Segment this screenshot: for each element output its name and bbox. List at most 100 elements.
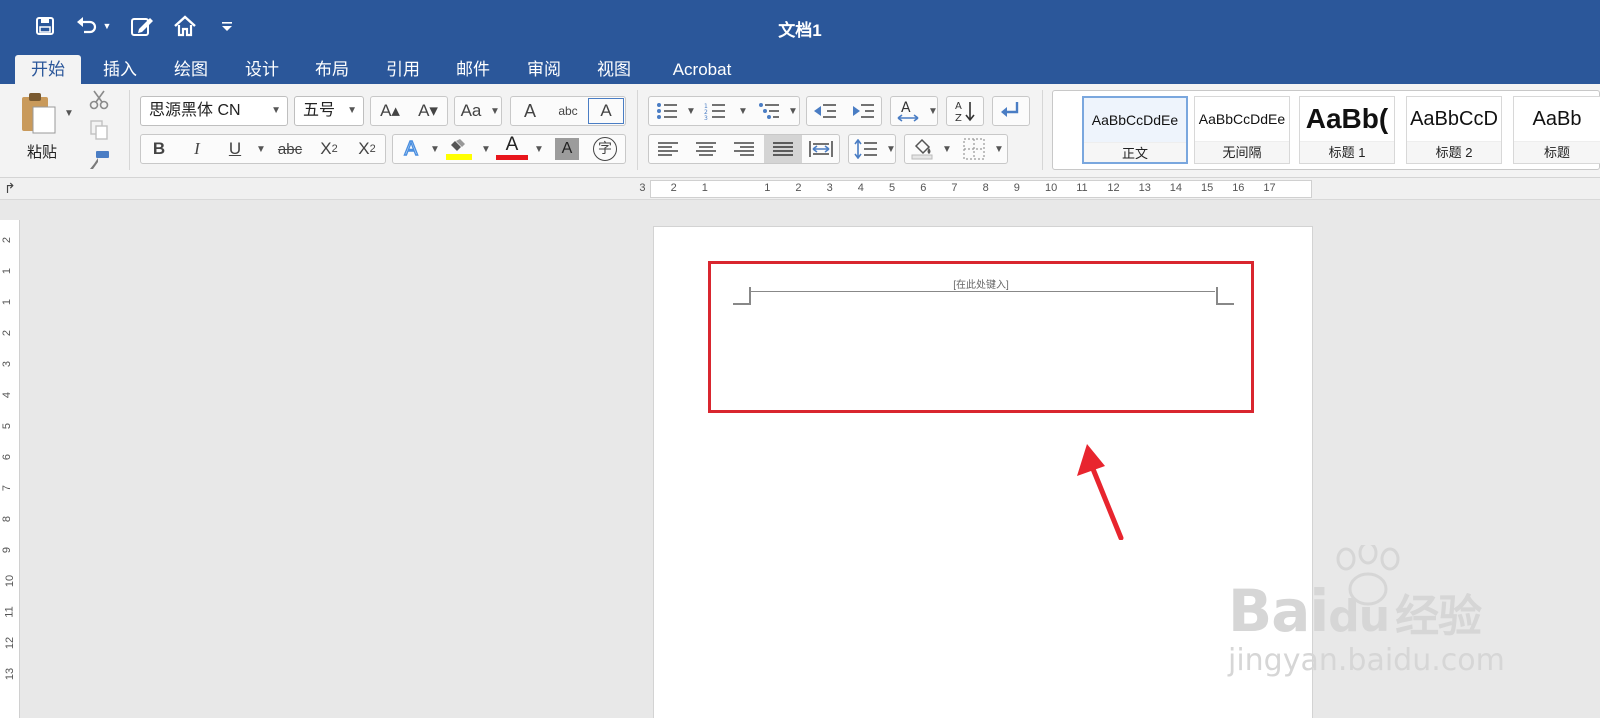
tab-references[interactable]: 引用 bbox=[377, 55, 429, 84]
style-name: 标题 bbox=[1514, 141, 1600, 163]
italic-button[interactable]: I bbox=[180, 136, 214, 162]
borders-dropdown-icon[interactable]: ▼ bbox=[994, 144, 1004, 155]
vertical-ruler[interactable]: 2 1 1 2 3 4 5 6 7 8 9 10 11 12 13 bbox=[0, 220, 20, 718]
font-color-icon: A bbox=[505, 133, 519, 155]
bold-button[interactable]: B bbox=[142, 136, 176, 162]
highlight-dropdown-icon[interactable]: ▼ bbox=[481, 144, 491, 155]
underline-button[interactable]: U bbox=[218, 136, 252, 162]
tab-acrobat[interactable]: Acrobat bbox=[664, 55, 740, 84]
show-formatting-icon[interactable] bbox=[994, 98, 1028, 124]
justify-icon[interactable] bbox=[764, 135, 802, 163]
phonetic-guide-button[interactable]: abc bbox=[550, 98, 586, 124]
ruler-tick-label: 9 bbox=[1013, 182, 1020, 194]
increase-indent-icon[interactable] bbox=[846, 98, 880, 124]
group-separator bbox=[1042, 90, 1043, 170]
align-right-icon[interactable] bbox=[726, 136, 762, 162]
decrease-indent-icon[interactable] bbox=[808, 98, 842, 124]
ruler-tick-label: 10 bbox=[4, 574, 17, 588]
asian-layout-dropdown-icon[interactable]: ▼ bbox=[928, 106, 938, 117]
change-case-dropdown-icon[interactable]: ▼ bbox=[490, 106, 500, 117]
word-window: ▼ 文档1 开始 插入 绘图 设计 布局 引用 邮件 审阅 视图 Acrobat… bbox=[0, 0, 1600, 718]
ruler-tick-label: 12 bbox=[1107, 182, 1120, 194]
ruler-tick-label: 1 bbox=[701, 182, 708, 194]
ruler-tick-label: 14 bbox=[1169, 182, 1183, 194]
ruler-tick-label: 17 bbox=[1263, 182, 1276, 194]
tab-mailings[interactable]: 邮件 bbox=[447, 55, 499, 84]
tab-insert[interactable]: 插入 bbox=[94, 55, 146, 84]
character-border-button[interactable]: A bbox=[588, 98, 624, 124]
strikethrough-button[interactable]: abc bbox=[270, 136, 310, 162]
svg-text:Z: Z bbox=[955, 113, 962, 123]
font-size-select[interactable]: 五号 ▼ bbox=[294, 96, 364, 126]
tab-selector-icon[interactable]: ↱ bbox=[4, 180, 16, 197]
numbering-icon[interactable]: 123 bbox=[700, 98, 730, 124]
character-shading-button[interactable]: A bbox=[555, 138, 579, 160]
borders-icon[interactable] bbox=[958, 136, 990, 162]
ruler-tick-label: 2 bbox=[670, 182, 677, 194]
style-name: 标题 2 bbox=[1407, 141, 1501, 163]
highlight-button[interactable] bbox=[444, 136, 474, 162]
change-case-label: Aa bbox=[460, 101, 482, 120]
shrink-font-label: A▾ bbox=[418, 101, 438, 120]
style-heading-2[interactable]: AaBbCcD 标题 2 bbox=[1406, 96, 1502, 164]
underline-dropdown-icon[interactable]: ▼ bbox=[256, 144, 266, 155]
paste-dropdown-icon[interactable]: ▼ bbox=[64, 108, 74, 119]
style-heading-1[interactable]: AaBb( 标题 1 bbox=[1299, 96, 1395, 164]
paragraph-shading-icon[interactable] bbox=[906, 136, 938, 162]
watermark-url: jingyan.baidu.com bbox=[1228, 643, 1505, 678]
tab-review[interactable]: 审阅 bbox=[518, 55, 570, 84]
style-name: 无间隔 bbox=[1195, 141, 1289, 163]
enclose-characters-button[interactable]: 字 bbox=[590, 136, 620, 162]
bullets-icon[interactable] bbox=[652, 98, 682, 124]
grow-font-button[interactable]: A▴ bbox=[372, 98, 408, 124]
tab-draw[interactable]: 绘图 bbox=[165, 55, 217, 84]
distributed-icon[interactable] bbox=[804, 136, 838, 162]
font-color-button[interactable]: A bbox=[496, 134, 528, 160]
style-title[interactable]: AaBb 标题 bbox=[1513, 96, 1600, 164]
font-color-dropdown-icon[interactable]: ▼ bbox=[534, 144, 544, 155]
shading-dropdown-icon[interactable]: ▼ bbox=[942, 144, 952, 155]
line-spacing-dropdown-icon[interactable]: ▼ bbox=[886, 144, 896, 155]
tab-design[interactable]: 设计 bbox=[236, 55, 288, 84]
font-family-select[interactable]: 思源黑体 CN ▼ bbox=[140, 96, 288, 126]
clear-formatting-button[interactable]: A bbox=[512, 98, 548, 124]
ruler-tick-label: 5 bbox=[889, 182, 896, 194]
tab-home[interactable]: 开始 bbox=[15, 55, 81, 84]
watermark-brand-mid: du bbox=[1328, 591, 1390, 642]
chevron-down-icon: ▼ bbox=[271, 105, 281, 116]
line-spacing-icon[interactable] bbox=[850, 136, 882, 162]
shrink-font-button[interactable]: A▾ bbox=[410, 98, 446, 124]
copy-icon[interactable] bbox=[86, 118, 112, 142]
numbering-dropdown-icon[interactable]: ▼ bbox=[738, 106, 748, 117]
ruler-tick-label: 10 bbox=[1045, 182, 1058, 194]
enclose-icon: 字 bbox=[593, 137, 617, 161]
superscript-button[interactable]: X2 bbox=[350, 136, 384, 162]
text-effects-button[interactable]: A bbox=[396, 136, 426, 162]
sort-icon[interactable]: AZ bbox=[948, 98, 982, 124]
style-no-spacing[interactable]: AaBbCcDdEe 无间隔 bbox=[1194, 96, 1290, 164]
style-name: 标题 1 bbox=[1300, 141, 1394, 163]
subscript-button[interactable]: X2 bbox=[312, 136, 346, 162]
title-bar: ▼ 文档1 bbox=[0, 0, 1600, 52]
cut-icon[interactable] bbox=[86, 88, 112, 112]
ruler-tick-label: 11 bbox=[3, 606, 16, 618]
ruler-tick-label: 16 bbox=[1232, 182, 1245, 194]
format-painter-icon[interactable] bbox=[86, 148, 112, 172]
align-left-icon[interactable] bbox=[650, 136, 686, 162]
bullets-dropdown-icon[interactable]: ▼ bbox=[686, 106, 696, 117]
text-effects-dropdown-icon[interactable]: ▼ bbox=[430, 144, 440, 155]
baidu-watermark: Baidu 经验 jingyan.baidu.com bbox=[1228, 545, 1588, 685]
align-center-icon[interactable] bbox=[688, 136, 724, 162]
ruler-tick-label: 3 bbox=[1, 360, 14, 368]
paste-label[interactable]: 粘贴 bbox=[16, 140, 68, 162]
ruler-tick-label: 9 bbox=[1, 546, 14, 554]
multilevel-list-icon[interactable] bbox=[754, 98, 784, 124]
horizontal-ruler[interactable]: 3 2 1 1 2 3 4 5 6 7 8 9 10 11 12 13 14 15 16 17 bbox=[639, 180, 1312, 198]
asian-layout-icon[interactable]: A bbox=[892, 98, 924, 124]
multilevel-dropdown-icon[interactable]: ▼ bbox=[788, 106, 798, 117]
paste-icon[interactable] bbox=[16, 90, 60, 136]
tab-view[interactable]: 视图 bbox=[588, 55, 640, 84]
tab-layout[interactable]: 布局 bbox=[306, 55, 358, 84]
style-normal[interactable]: AaBbCcDdEe 正文 bbox=[1082, 96, 1188, 164]
change-case-button[interactable]: Aa bbox=[456, 98, 486, 124]
